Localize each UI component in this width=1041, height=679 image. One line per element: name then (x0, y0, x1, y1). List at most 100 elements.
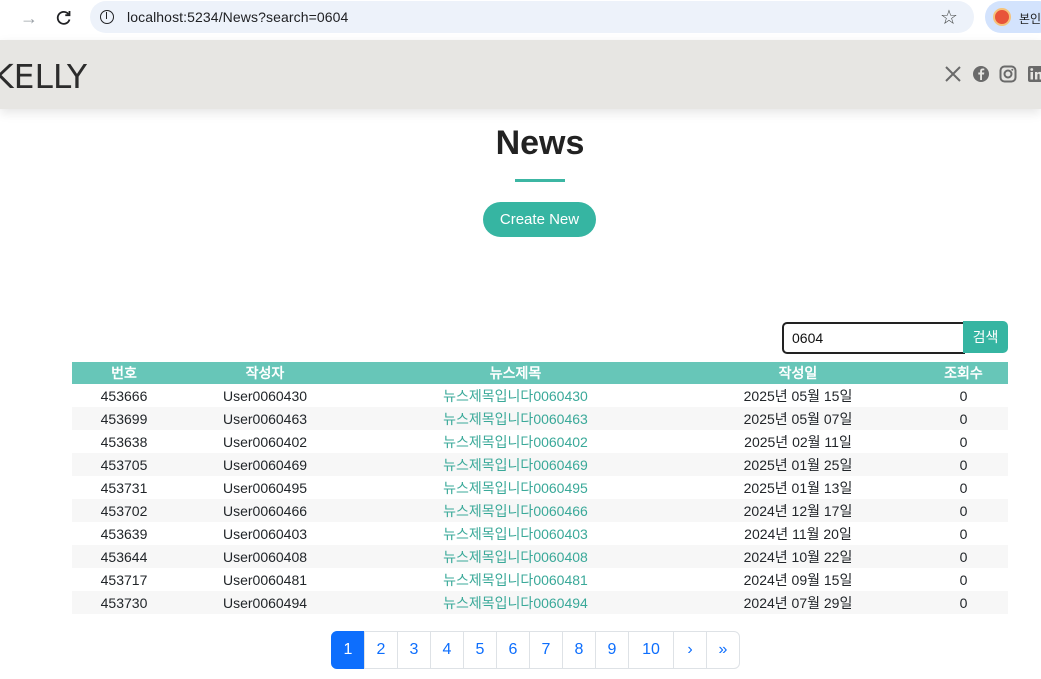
cell-writer: User0060408 (176, 545, 354, 568)
table-row: 453731 User0060495 뉴스제목입니다0060495 2025년 01월… (72, 476, 1008, 499)
table-row: 453644 User0060408 뉴스제목입니다0060408 2024년 10월… (72, 545, 1008, 568)
cell-date: 2024년 12월 17일 (677, 499, 919, 522)
page-link-2[interactable]: 2 (364, 631, 398, 669)
table-row: 453638 User0060402 뉴스제목입니다0060402 2025년 02월… (72, 430, 1008, 453)
news-title-link[interactable]: 뉴스제목입니다0060495 (443, 480, 588, 496)
cell-views: 0 (919, 407, 1008, 430)
instagram-icon[interactable] (999, 65, 1017, 83)
cell-date: 2024년 07월 29일 (677, 591, 919, 614)
cell-date: 2024년 09월 15일 (743, 571, 853, 588)
cell-title: 뉴스제목입니다0060469 (354, 453, 677, 476)
cell-writer: User0060481 (222, 571, 308, 588)
last-page-icon[interactable]: » (706, 631, 740, 669)
page-link-5[interactable]: 5 (463, 631, 497, 669)
table-header-row: 번호 작성자 뉴스제목 작성일 조회수 (72, 362, 1008, 384)
cell-number: 453702 (72, 499, 176, 522)
cell-date: 2025년 02월 11일 (744, 433, 852, 450)
page-link-9[interactable]: 9 (595, 631, 629, 669)
next-page-icon[interactable]: › (673, 631, 707, 669)
news-title-link[interactable]: 뉴스제목입니다0060469 (443, 457, 588, 473)
page-link-10[interactable]: 10 (628, 631, 674, 669)
cell-writer: User0060403 (222, 525, 308, 542)
table-row: 453705 User0060469 뉴스제목입니다0060469 2025년 01월… (72, 453, 1008, 476)
search-input[interactable] (782, 322, 965, 354)
cell-views: 0 (959, 479, 968, 496)
news-title-link[interactable]: 뉴스제목입니다0060466 (443, 503, 588, 519)
news-title-link[interactable]: 뉴스제목입니다0060494 (443, 595, 588, 611)
pagination: 1 2 3 4 5 6 7 8 9 10 ›» (331, 631, 740, 669)
news-table: 번호 작성자 뉴스제목 작성일 조회수 453666 User0060430 뉴스제… (72, 362, 1008, 614)
news-title-link[interactable]: 뉴스제목입니다0060408 (443, 549, 588, 565)
cell-title: 뉴스제목입니다0060430 (354, 384, 677, 407)
cell-title: 뉴스제목입니다0060463 (354, 407, 677, 430)
cell-writer: User0060469 (176, 453, 354, 476)
url-text[interactable]: localhost:5234/News?search=0604 (127, 9, 348, 25)
page-link-3[interactable]: 3 (397, 631, 431, 669)
cell-number: 453731 (100, 479, 148, 496)
cell-number: 453730 (72, 591, 176, 614)
create-new-button[interactable]: Create New (483, 202, 596, 237)
browser-toolbar: → localhost:5234/News?search=0604 ☆ 본인 (0, 0, 1041, 37)
search-button[interactable]: 검색 (963, 321, 1008, 353)
title-underline (515, 179, 565, 182)
cell-writer: User0060402 (222, 433, 308, 450)
cell-views: 0 (919, 499, 1008, 522)
cell-title: 뉴스제목입니다0060494 (354, 591, 677, 614)
cell-title: 뉴스제목입니다0060403 (354, 522, 677, 545)
x-icon[interactable] (944, 65, 962, 83)
cell-writer: User0060466 (176, 499, 354, 522)
cell-views: 0 (959, 571, 968, 588)
page-link-8[interactable]: 8 (562, 631, 596, 669)
cell-number: 453639 (100, 525, 148, 542)
site-info-icon[interactable] (100, 10, 114, 24)
profile-chip[interactable]: 본인 (985, 1, 1041, 33)
news-title-link[interactable]: 뉴스제목입니다0060481 (443, 572, 588, 588)
header-title: 뉴스제목 (354, 362, 677, 384)
linkedin-icon[interactable] (1027, 65, 1041, 83)
cell-number: 453699 (72, 407, 176, 430)
header-views: 조회수 (919, 362, 1008, 384)
cell-title: 뉴스제목입니다0060495 (354, 476, 677, 499)
table-row: 453699 User0060463 뉴스제목입니다0060463 2025년 05월… (72, 407, 1008, 430)
cell-views: 0 (959, 525, 968, 542)
cell-writer: User0060494 (176, 591, 354, 614)
header-writer: 작성자 (176, 362, 354, 384)
brand-logo[interactable]: KELLY (0, 57, 87, 96)
table-row: 453717 User0060481 뉴스제목입니다0060481 2024년 09월… (72, 568, 1008, 591)
site-header: KELLY (0, 40, 1041, 109)
header-date: 작성일 (677, 362, 919, 384)
facebook-icon[interactable] (972, 65, 990, 83)
cell-views: 0 (919, 591, 1008, 614)
page-link-6[interactable]: 6 (496, 631, 530, 669)
cell-title: 뉴스제목입니다0060408 (354, 545, 677, 568)
bookmark-star-icon[interactable]: ☆ (940, 5, 958, 30)
page-title: News (495, 124, 585, 162)
table-row: 453639 User0060403 뉴스제목입니다0060403 2024년 11월… (72, 522, 1008, 545)
table-row: 453666 User0060430 뉴스제목입니다0060430 2025년 05월… (72, 384, 1008, 407)
news-title-link[interactable]: 뉴스제목입니다0060402 (443, 434, 588, 450)
cell-number: 453705 (72, 453, 176, 476)
cell-views: 0 (919, 453, 1008, 476)
cell-date: 2024년 11월 20일 (744, 525, 852, 542)
cell-number: 453638 (100, 433, 148, 450)
news-title-link[interactable]: 뉴스제목입니다0060463 (443, 411, 588, 427)
news-title-link[interactable]: 뉴스제목입니다0060403 (443, 526, 588, 542)
page-link-7[interactable]: 7 (529, 631, 563, 669)
cell-date: 2025년 01월 25일 (677, 453, 919, 476)
page-link-4[interactable]: 4 (430, 631, 464, 669)
cell-title: 뉴스제목입니다0060481 (354, 568, 677, 591)
cell-number: 453644 (72, 545, 176, 568)
cell-date: 2025년 05월 07일 (677, 407, 919, 430)
cell-writer: User0060495 (222, 479, 308, 496)
address-bar[interactable]: localhost:5234/News?search=0604 ☆ (90, 1, 974, 33)
cell-views: 0 (919, 545, 1008, 568)
page-link-1[interactable]: 1 (331, 631, 365, 669)
cell-date: 2025년 01월 13일 (743, 479, 853, 496)
cell-views: 0 (959, 433, 968, 450)
cell-writer: User0060430 (222, 387, 308, 404)
news-title-link[interactable]: 뉴스제목입니다0060430 (443, 388, 588, 404)
reload-icon[interactable] (51, 6, 77, 30)
cell-views: 0 (959, 387, 968, 404)
forward-arrow-icon[interactable]: → (16, 6, 42, 30)
table-row: 453730 User0060494 뉴스제목입니다0060494 2024년 07월… (72, 591, 1008, 614)
